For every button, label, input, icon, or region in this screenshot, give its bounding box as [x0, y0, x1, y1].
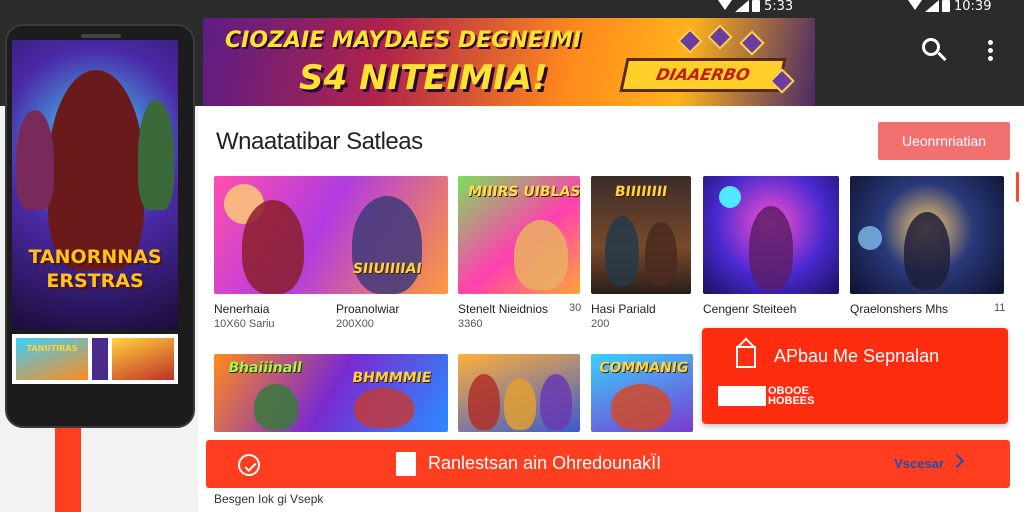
hero-figure: [540, 374, 572, 430]
game-card-thumbnail[interactable]: SIIUIIIIAI: [214, 176, 448, 294]
promo-popup[interactable]: APbau Me Sepnalan OBOOE HOBEES: [702, 328, 1008, 424]
magic-glow: [858, 226, 882, 250]
phone-game-title: TANORNNAS: [28, 246, 162, 268]
phone-thumb-strip: TANUTIRAS: [12, 334, 178, 384]
thumb-title: MIIIRS UIBLAS: [466, 184, 580, 200]
game-card-thumbnail[interactable]: [850, 176, 1004, 294]
hero-figure: [16, 110, 54, 210]
game-card-thumbnail[interactable]: MIIIRS UIBLAS: [458, 176, 580, 294]
hero-figure: [242, 200, 304, 294]
thumb-title: BHMMMIE: [351, 370, 433, 386]
hero-figure: [904, 212, 950, 290]
chevron-right-icon: [949, 453, 965, 469]
hero-figure: [254, 384, 298, 430]
thumb-title: Bhaiiinall: [227, 360, 304, 376]
status-time-left: 5:33: [764, 0, 794, 14]
check-circle-icon: [238, 454, 260, 476]
game-name[interactable]: Proanolwiar: [336, 302, 399, 316]
more-vert-icon: [988, 56, 993, 61]
hero-figure: [749, 206, 793, 290]
banner-tag: DIAAERBO: [619, 58, 787, 92]
game-meta: 11: [994, 302, 1006, 314]
hero-figure: [605, 216, 639, 286]
scrollbar[interactable]: [1016, 172, 1019, 202]
status-time-right: 10:39: [954, 0, 992, 14]
hero-figure: [645, 222, 677, 286]
gem-icon: [677, 28, 703, 54]
game-card-thumbnail[interactable]: [703, 176, 839, 294]
search-icon-handle: [937, 51, 947, 62]
game-card-thumbnail[interactable]: [458, 354, 580, 432]
hero-figure: [48, 70, 144, 270]
game-card-thumbnail[interactable]: Bhaiiinall BHMMMIE: [214, 354, 448, 432]
game-card-thumbnail[interactable]: BIIIIIIII: [591, 176, 691, 294]
promo-banner[interactable]: CIOZAIE MAYDAES DEGNEIMI S4 NITEIMIA! DI…: [203, 18, 815, 106]
phone-game-subtitle: ERSTRAS: [46, 270, 144, 292]
phone-speaker: [81, 34, 121, 38]
document-icon: [396, 452, 416, 476]
hero-figure: [611, 384, 671, 430]
search-button[interactable]: [922, 38, 950, 66]
game-meta: 30: [569, 302, 582, 314]
hero-figure: [138, 100, 174, 210]
more-vert-icon: [988, 40, 993, 45]
game-name[interactable]: Hasi Pariald: [591, 302, 656, 316]
signal-icon: [925, 0, 939, 12]
status-bar-right: 10:39: [908, 0, 991, 16]
see-all-button[interactable]: Ueonrnriatian: [878, 122, 1010, 160]
battery-icon: [942, 0, 950, 12]
game-meta: 200: [591, 318, 610, 330]
hero-figure: [468, 374, 500, 430]
signal-icon: [735, 0, 749, 12]
game-name[interactable]: Cengenr Steiteeh: [703, 302, 796, 316]
footer-text: Besgen Iok gi Vsepk: [214, 492, 324, 506]
strip-thumbnail[interactable]: [92, 338, 108, 380]
download-bar[interactable]: Ranlestsan ain OhredounakÏI Vscesar: [206, 440, 1010, 488]
game-meta: 200X00: [336, 318, 374, 330]
popup-text: APbau Me Sepnalan: [774, 346, 940, 366]
strip-thumbnail[interactable]: TANUTIRAS: [16, 338, 88, 380]
battery-icon: [752, 0, 760, 12]
phone-screen[interactable]: TANORNNAS ERSTRAS: [12, 40, 178, 330]
gem-icon: [739, 30, 765, 56]
banner-headline-big: S4 NITEIMIA!: [299, 58, 548, 98]
wifi-icon: [908, 0, 922, 10]
game-meta: 10X60 Sariu: [214, 318, 275, 330]
thumb-title: BIIIIIIII: [613, 184, 669, 200]
gift-icon: [736, 346, 756, 368]
overflow-menu-button[interactable]: [988, 40, 994, 64]
hero-figure: [352, 196, 422, 294]
popup-mini-text: OBOOE HOBEES: [768, 385, 815, 407]
game-meta: 3360: [458, 318, 483, 330]
hero-figure: [354, 388, 414, 428]
hero-figure: [504, 378, 536, 430]
download-bar-link[interactable]: Vscesar: [894, 456, 944, 471]
magic-glow: [719, 186, 741, 208]
status-bar-left: 5:33: [718, 0, 793, 16]
hero-figure: [514, 220, 568, 290]
thumb-title: SIIUIIIIAI: [351, 261, 423, 278]
game-name[interactable]: Nenerhaia: [214, 302, 269, 316]
more-vert-icon: [988, 48, 993, 53]
gem-icon: [707, 24, 733, 50]
game-name[interactable]: Stenelt Nieidnios: [458, 302, 548, 316]
section-title: Wnaatatibar Satleas: [216, 128, 423, 155]
banner-headline-top: CIOZAIE MAYDAES DEGNEIMI: [225, 28, 582, 53]
popup-input[interactable]: [718, 386, 766, 406]
wifi-icon: [718, 0, 732, 10]
game-card-thumbnail[interactable]: COMMANIG: [591, 354, 693, 432]
strip-title: TANUTIRAS: [26, 344, 78, 353]
download-bar-label: Ranlestsan ain OhredounakÏI: [428, 453, 662, 473]
decorative-bar: [55, 428, 81, 512]
strip-thumbnail[interactable]: [112, 338, 174, 380]
game-name[interactable]: Qraelonshers Mhs: [850, 302, 948, 316]
thumb-title: COMMANIG: [598, 360, 690, 376]
